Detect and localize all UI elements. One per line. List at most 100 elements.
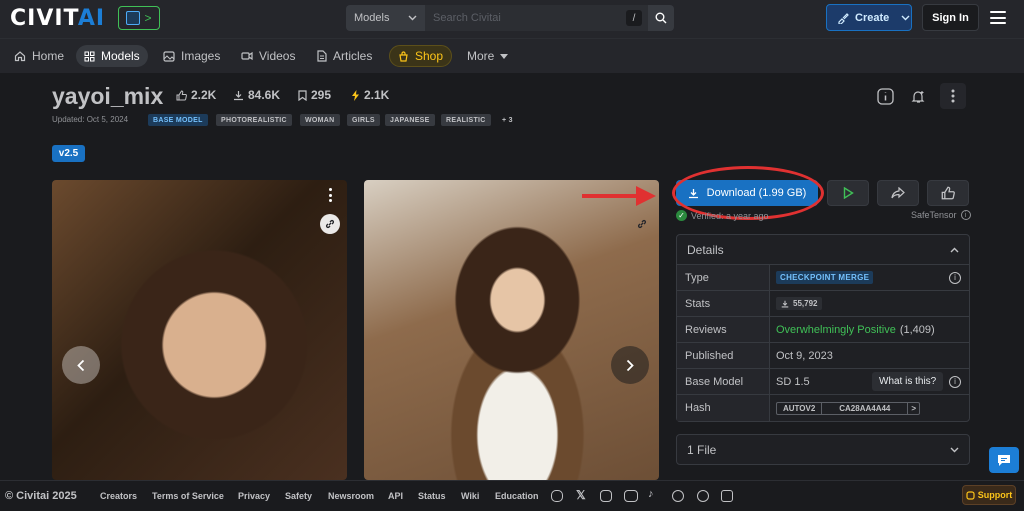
footer-link-wiki[interactable]: Wiki [461,491,479,501]
download-button[interactable]: Download (1.99 GB) [676,180,818,206]
tiktok-icon[interactable]: ♪ [648,488,660,500]
carousel-next-button[interactable] [611,346,649,384]
share-button[interactable] [877,180,919,206]
hash-algo[interactable]: AUTOV2 [777,402,823,414]
downloads-count: 84.6K [248,88,281,102]
github-icon[interactable] [697,490,709,502]
support-button[interactable]: Support [962,485,1016,505]
likes-count: 2.2K [191,88,217,102]
tag-realistic[interactable]: REALISTIC [441,114,491,126]
footer-link-status[interactable]: Status [418,491,446,501]
more-options-button[interactable] [940,83,966,109]
tag-girls[interactable]: GIRLS [347,114,380,126]
x-icon[interactable]: 𝕏 [576,488,588,502]
download-icon [688,188,698,198]
main-nav: Home Models Images Videos Articles Shop … [0,38,1024,73]
footer: © Civitai 2025 Creators Terms of Service… [0,480,1024,511]
dots-vertical-icon[interactable] [323,186,337,204]
like-button[interactable] [927,180,969,206]
annotation-arrow-icon [582,186,656,206]
hash-next-button[interactable]: > [908,403,919,414]
updated-date: Updated: Oct 5, 2024 [52,115,129,124]
chevron-up-icon [950,247,959,252]
nav-home[interactable]: Home [6,45,72,67]
tag-base-model[interactable]: BASE MODEL [148,114,208,126]
caret-down-icon [500,53,509,59]
logo-text: CIVIT [10,6,78,31]
nav-models[interactable]: Models [76,45,148,67]
support-label: Support [977,490,1013,500]
detail-row-reviews: Reviews Overwhelmingly Positive (1,409) [677,317,969,343]
link-button[interactable] [632,214,652,234]
link-button[interactable] [320,214,340,234]
details-header[interactable]: Details [677,235,969,265]
hash-value[interactable]: CA28AA4A44 [822,402,909,414]
nav-shop[interactable]: Shop [389,45,453,67]
thumbs-up-icon [176,89,187,100]
tag-photorealistic[interactable]: PHOTOREALISTIC [216,114,292,126]
sign-in-button[interactable]: Sign In [922,4,979,31]
youtube-icon[interactable] [624,490,638,502]
base-model-value: SD 1.5 [776,375,810,388]
tag-woman[interactable]: WOMAN [300,114,340,126]
chevron-down-icon [408,15,417,21]
chevron-down-icon [950,447,959,452]
shop-icon [399,50,408,62]
nav-articles[interactable]: Articles [309,45,380,67]
discord-icon[interactable] [551,490,563,502]
footer-link-privacy[interactable]: Privacy [238,491,270,501]
detail-row-hash: Hash AUTOV2 CA28AA4A44 > [677,395,969,421]
info-button[interactable] [872,83,898,109]
detail-row-stats: Stats 55,792 [677,291,969,317]
notify-button[interactable] [905,83,931,109]
civitai-logo[interactable]: CIVITAI [10,6,105,31]
info-icon[interactable]: i [949,271,961,284]
run-button[interactable] [827,180,869,206]
detail-key: Hash [677,395,770,421]
chevron-left-icon [77,359,85,371]
twitch-icon[interactable] [721,490,733,502]
nav-label: Home [32,49,65,63]
search-input[interactable]: Search Civitai / [425,5,648,31]
footer-link-education[interactable]: Education [495,491,539,501]
reviews-link[interactable]: Overwhelmingly Positive [776,324,896,336]
info-icon[interactable]: i [960,210,971,220]
search-button[interactable] [648,5,674,31]
nav-label: Models [101,49,140,63]
detail-key: Type [677,265,770,290]
share-icon [891,187,905,199]
footer-link-safety[interactable]: Safety [285,491,312,501]
footer-link-terms[interactable]: Terms of Service [152,491,224,501]
chat-button[interactable] [989,447,1019,473]
search-placeholder: Search Civitai [433,12,501,24]
details-panel: Details Type CHECKPOINT MERGE i Stats 55… [676,234,970,422]
footer-link-newsroom[interactable]: Newsroom [328,491,374,501]
type-badge: CHECKPOINT MERGE [776,271,874,284]
thumbs-up-icon [941,186,955,200]
tag-japanese[interactable]: JAPANESE [385,114,435,126]
image-icon [163,50,175,62]
stats-count: 55,792 [793,299,818,308]
search-icon [655,12,667,24]
footer-link-api[interactable]: API [388,491,403,501]
nav-videos[interactable]: Videos [233,45,303,67]
carousel-prev-button[interactable] [62,346,100,384]
nav-images[interactable]: Images [155,45,228,67]
files-accordion[interactable]: 1 File [676,434,970,465]
search-scope-select[interactable]: Models [346,5,425,31]
info-icon[interactable]: i [949,375,961,388]
sign-in-label: Sign In [932,11,969,24]
logo-badge[interactable]: > [118,6,160,30]
tag-more[interactable]: + 3 [497,114,518,126]
reddit-icon[interactable] [672,490,684,502]
footer-link-creators[interactable]: Creators [100,491,137,501]
version-badge[interactable]: v2.5 [52,145,85,162]
instagram-icon[interactable] [600,490,612,502]
nav-more[interactable]: More [459,45,516,67]
preview-image-2[interactable] [364,180,659,480]
create-button[interactable]: Create [826,4,912,31]
download-icon [781,300,789,307]
bookmarks-stat: 295 [298,88,331,102]
hamburger-menu-icon[interactable] [990,11,1006,24]
preview-image-1[interactable] [52,180,347,480]
